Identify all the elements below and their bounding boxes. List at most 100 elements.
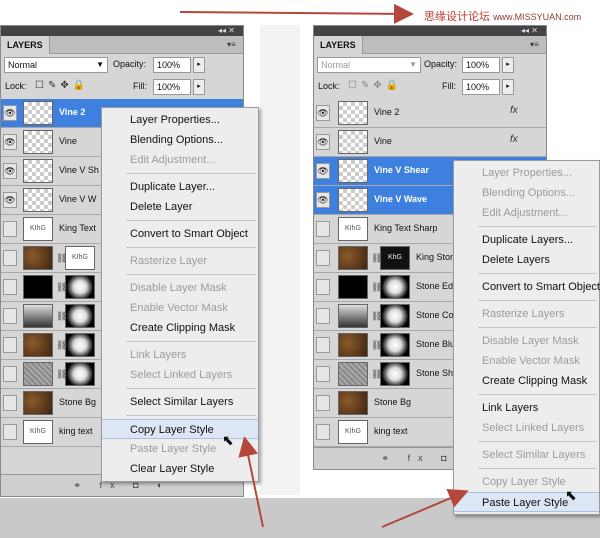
layer-mask-thumbnail[interactable]: KIhG bbox=[65, 246, 95, 270]
menu-item-create-clipping-mask[interactable]: Create Clipping Mask bbox=[102, 318, 258, 338]
layer-row[interactable]: 👁 Vine fx bbox=[314, 128, 546, 157]
layer-mask-thumbnail[interactable] bbox=[380, 333, 410, 357]
eye-icon[interactable]: 👁 bbox=[3, 105, 17, 121]
layer-name: Stone Bg bbox=[374, 397, 412, 407]
menu-item-delete-layer[interactable]: Delete Layer bbox=[102, 197, 258, 217]
menu-item-layer-properties[interactable]: Layer Properties... bbox=[102, 110, 258, 130]
layer-thumbnail bbox=[338, 304, 368, 328]
menu-item-copy-layer-style[interactable]: Copy Layer Style bbox=[102, 419, 258, 439]
eye-icon[interactable]: 👁 bbox=[316, 192, 330, 208]
eye-icon[interactable]: 👁 bbox=[316, 105, 330, 121]
eye-icon[interactable]: 👁 bbox=[3, 134, 17, 150]
opacity-input[interactable]: 100% bbox=[462, 57, 500, 73]
fill-input[interactable]: 100% bbox=[462, 79, 500, 95]
menu-item-duplicate-layers[interactable]: Duplicate Layers... bbox=[454, 230, 599, 250]
arrow-to-title bbox=[179, 3, 414, 24]
layer-mask-thumbnail[interactable] bbox=[380, 362, 410, 386]
menu-separator bbox=[126, 247, 256, 248]
menu-item-select-similar-layers[interactable]: Select Similar Layers bbox=[102, 392, 258, 412]
eye-icon[interactable]: 👁 bbox=[3, 192, 17, 208]
menu-item-rasterize-layers: Rasterize Layers bbox=[482, 308, 565, 320]
layer-mask-thumbnail[interactable] bbox=[65, 304, 95, 328]
eye-icon[interactable] bbox=[3, 395, 17, 411]
opacity-arrow-icon[interactable]: ▸ bbox=[502, 57, 514, 73]
layer-thumbnail bbox=[23, 246, 53, 270]
menu-item-blending-options: Blending Options... bbox=[482, 187, 575, 199]
menu-item-clear-layer-style[interactable]: Clear Layer Style bbox=[102, 459, 258, 479]
menu-item-copy-layer-style: Copy Layer Style bbox=[482, 476, 566, 488]
layer-mask-thumbnail[interactable] bbox=[380, 304, 410, 328]
layer-mask-thumbnail[interactable] bbox=[65, 275, 95, 299]
menu-item-blending-options[interactable]: Blending Options... bbox=[102, 130, 258, 150]
layer-name: Vine V Wave bbox=[374, 194, 428, 204]
layer-row[interactable]: 👁 Vine 2 fx bbox=[314, 99, 546, 128]
blend-mode-select[interactable]: Normal ▼ bbox=[4, 57, 108, 73]
eye-icon[interactable] bbox=[316, 366, 330, 382]
eye-icon[interactable] bbox=[316, 395, 330, 411]
menu-separator bbox=[478, 468, 597, 469]
layer-mask-thumbnail[interactable] bbox=[65, 362, 95, 386]
eye-icon[interactable] bbox=[3, 366, 17, 382]
layer-mask-thumbnail[interactable] bbox=[380, 275, 410, 299]
eye-icon[interactable] bbox=[316, 424, 330, 440]
eye-icon[interactable] bbox=[316, 250, 330, 266]
eye-icon[interactable] bbox=[316, 279, 330, 295]
eye-icon[interactable] bbox=[316, 221, 330, 237]
fill-arrow-icon[interactable]: ▸ bbox=[193, 79, 205, 95]
layer-thumbnail bbox=[23, 188, 53, 212]
eye-icon[interactable] bbox=[3, 337, 17, 353]
menu-separator bbox=[126, 220, 256, 221]
menu-separator bbox=[478, 273, 597, 274]
eye-icon[interactable] bbox=[3, 279, 17, 295]
layer-thumbnail bbox=[338, 333, 368, 357]
layer-name: king text bbox=[374, 426, 408, 436]
eye-icon[interactable] bbox=[3, 308, 17, 324]
panel-collapse-bar[interactable]: ◂◂ ✕ bbox=[314, 26, 546, 36]
layer-name: King Ston bbox=[416, 252, 456, 262]
menu-item-delete-layers[interactable]: Delete Layers bbox=[454, 250, 599, 270]
fx-icon[interactable]: fx bbox=[510, 134, 518, 145]
menu-item-convert-to-smart-object[interactable]: Convert to Smart Object bbox=[454, 277, 600, 297]
eye-icon[interactable] bbox=[3, 250, 17, 266]
layer-thumbnail bbox=[338, 275, 368, 299]
opacity-arrow-icon[interactable]: ▸ bbox=[193, 57, 205, 73]
opacity-input[interactable]: 100% bbox=[153, 57, 191, 73]
fill-label: Fill: bbox=[442, 81, 456, 91]
menu-item-convert-to-smart-object[interactable]: Convert to Smart Object bbox=[102, 224, 258, 244]
eye-icon[interactable]: 👁 bbox=[316, 134, 330, 150]
cursor-arrow-icon: ⬉ bbox=[565, 487, 577, 503]
eye-icon[interactable]: 👁 bbox=[316, 163, 330, 179]
eye-icon[interactable]: 👁 bbox=[3, 163, 17, 179]
menu-separator bbox=[478, 394, 597, 395]
panel-collapse-bar[interactable]: ◂◂ ✕ bbox=[1, 26, 243, 36]
menu-separator bbox=[478, 300, 597, 301]
blend-mode-select[interactable]: Normal ▼ bbox=[317, 57, 421, 73]
layer-mask-thumbnail[interactable] bbox=[65, 333, 95, 357]
layer-mask-thumbnail[interactable]: KhG bbox=[380, 246, 410, 270]
context-menu-left: Layer Properties... Blending Options... Ed… bbox=[101, 107, 259, 482]
layer-name: Stone Sha bbox=[416, 368, 459, 378]
layer-thumbnail: KIhG bbox=[338, 217, 368, 241]
fill-input[interactable]: 100% bbox=[153, 79, 191, 95]
fill-arrow-icon[interactable]: ▸ bbox=[502, 79, 514, 95]
panel-menu-icon[interactable]: ▾≡ bbox=[530, 40, 542, 50]
eye-icon[interactable] bbox=[3, 221, 17, 237]
layer-thumbnail: KIhG bbox=[23, 217, 53, 241]
menu-item-create-clipping-mask[interactable]: Create Clipping Mask bbox=[454, 371, 599, 391]
panel-menu-icon[interactable]: ▾≡ bbox=[227, 40, 239, 50]
eye-icon[interactable] bbox=[3, 424, 17, 440]
tab-layers[interactable]: LAYERS bbox=[1, 36, 50, 54]
layer-thumbnail bbox=[338, 362, 368, 386]
layer-thumbnail bbox=[338, 391, 368, 415]
eye-icon[interactable] bbox=[316, 308, 330, 324]
menu-item-duplicate-layer[interactable]: Duplicate Layer... bbox=[102, 177, 258, 197]
lock-icon[interactable]: ☐✎✥🔒 bbox=[348, 80, 402, 91]
tab-layers[interactable]: LAYERS bbox=[314, 36, 363, 54]
menu-item-paste-layer-style[interactable]: Paste Layer Style bbox=[454, 492, 599, 512]
menu-item-link-layers[interactable]: Link Layers bbox=[454, 398, 599, 418]
eye-icon[interactable] bbox=[316, 337, 330, 353]
menu-item-enable-vector-mask: Enable Vector Mask bbox=[130, 302, 228, 314]
fx-icon[interactable]: fx bbox=[510, 105, 518, 116]
lock-icon[interactable]: ☐✎✥🔒 bbox=[35, 80, 89, 91]
layer-thumbnail bbox=[338, 101, 368, 125]
